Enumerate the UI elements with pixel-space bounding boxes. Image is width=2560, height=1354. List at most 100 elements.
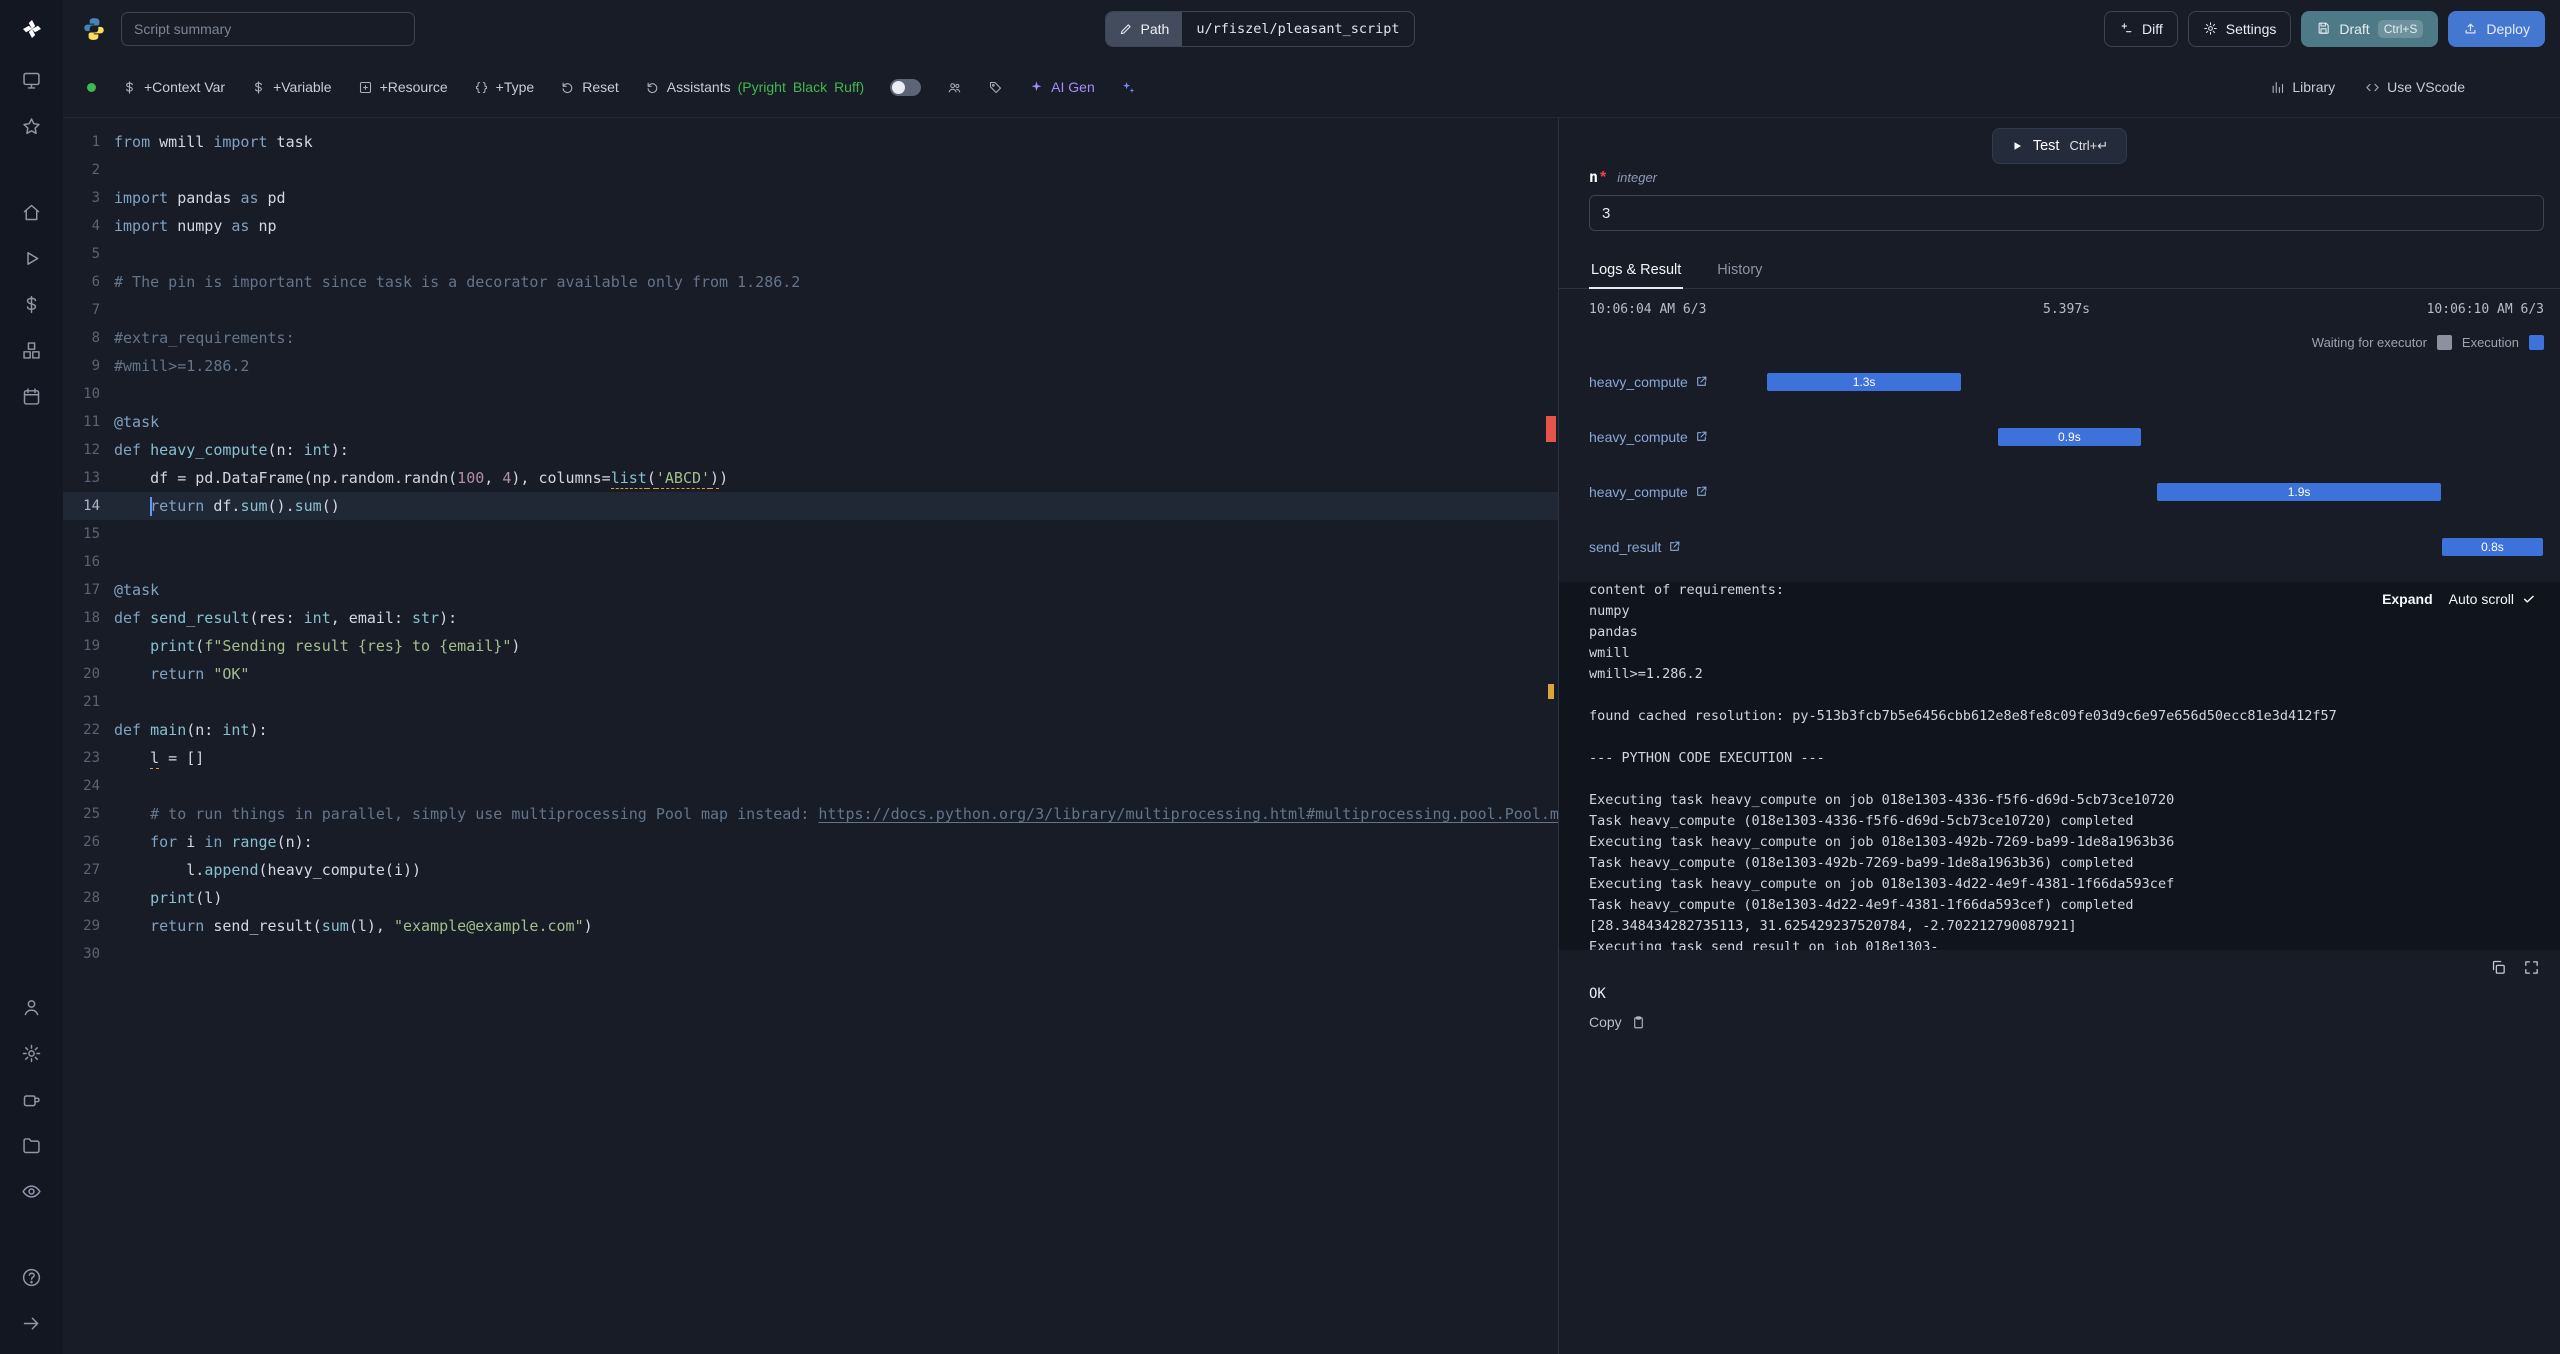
code-line[interactable]: 22 def main(n: int): [63,716,1558,744]
code-line[interactable]: 11 @task [63,408,1558,436]
execution-bar[interactable]: 1.9s [2157,482,2441,501]
code-line[interactable]: 14 return df.sum().sum() [63,492,1558,520]
code-line[interactable]: 17 @task [63,576,1558,604]
assistant-toggle[interactable] [890,78,922,96]
code-line[interactable]: 7 [63,296,1558,324]
gantt-row: send_result 0.8s [1589,519,2544,574]
code-line[interactable]: 25 # to run things in parallel, simply u… [63,800,1558,828]
code-line[interactable]: 15 [63,520,1558,548]
code-line[interactable]: 5 [63,240,1558,268]
windmill-logo-icon[interactable] [0,0,63,57]
copy-result-button[interactable]: Copy [1589,1014,1646,1030]
folders-icon[interactable] [0,1122,63,1168]
logs-output: content of requirements: numpy pandas wmill… [1589,582,2544,950]
user-icon[interactable] [0,984,63,1030]
assistant-pyright: (Pyright [737,79,786,95]
code-line[interactable]: 1 from wmill import task [63,128,1558,156]
line-number: 26 [83,834,100,850]
argument-n-input[interactable] [1589,195,2544,231]
code-line[interactable]: 19 print(f"Sending result {res} to {emai… [63,632,1558,660]
tag-button[interactable] [988,80,1003,95]
expand-logs-button[interactable]: Expand [2382,591,2433,607]
tag-icon [990,81,1002,93]
test-button[interactable]: Test Ctrl+↵ [1991,128,2128,164]
code-line[interactable]: 4 import numpy as np [63,212,1558,240]
favorites-icon[interactable] [0,103,63,149]
reset-button[interactable]: Reset [560,79,619,95]
code-line[interactable]: 24 [63,772,1558,800]
logs-viewport[interactable]: content of requirements: numpy pandas wmill… [1559,582,2560,950]
execution-bar[interactable]: 0.9s [1997,427,2141,446]
code-line[interactable]: 12 def heavy_compute(n: int): [63,436,1558,464]
script-summary-input[interactable] [121,11,415,46]
gantt-task-link[interactable]: heavy_compute [1589,484,1708,500]
workers-icon[interactable] [0,1076,63,1122]
draft-shortcut: Ctrl+S [2377,19,2424,38]
code-line[interactable]: 28 print(l) [63,884,1558,912]
add-context-var-button[interactable]: +Context Var [122,79,225,95]
deploy-label: Deploy [2486,20,2530,37]
schedules-icon[interactable] [0,373,63,419]
copy-logs-icon[interactable] [2490,959,2507,976]
collapse-sidebar-icon[interactable] [0,1300,63,1346]
code-line[interactable]: 20 return "OK" [63,660,1558,688]
code-line[interactable]: 26 for i in range(n): [63,828,1558,856]
code-line[interactable]: 23 l = [] [63,744,1558,772]
audit-eye-icon[interactable] [0,1168,63,1214]
help-icon[interactable] [0,1254,63,1300]
code-line[interactable]: 2 [63,156,1558,184]
line-number: 9 [91,358,100,374]
warning-marker[interactable] [1548,684,1554,699]
fullscreen-logs-icon[interactable] [2523,959,2540,976]
code-line[interactable]: 18 def send_result(res: int, email: str): [63,604,1558,632]
settings-icon[interactable] [0,1030,63,1076]
code-line[interactable]: 9 #wmill>=1.286.2 [63,352,1558,380]
home-icon[interactable] [0,189,63,235]
code-line[interactable]: 16 [63,548,1558,576]
gantt-task-link[interactable]: heavy_compute [1589,374,1708,390]
add-type-button[interactable]: +Type [474,79,534,95]
use-vscode-button[interactable]: Use VScode [2365,79,2465,95]
log-line: found cached resolution: py-513b3fcb7b5e… [1589,708,2337,724]
copy-label: Copy [1589,1014,1622,1030]
path-editor[interactable]: Path u/rfiszel/pleasant_script [1104,10,1415,47]
variables-icon[interactable] [0,281,63,327]
tab-logs-result[interactable]: Logs & Result [1589,253,1684,289]
add-resource-button[interactable]: +Resource [358,79,448,95]
log-line: wmill>=1.286.2 [1589,666,1703,682]
apps-icon[interactable] [0,57,63,103]
code-line[interactable]: 30 [63,940,1558,968]
error-marker[interactable] [1546,416,1556,442]
code-line[interactable]: 21 [63,688,1558,716]
assistants-status[interactable]: Assistants (Pyright Black Ruff) [645,79,864,95]
code-line[interactable]: 8 #extra_requirements: [63,324,1558,352]
draft-button[interactable]: Draft Ctrl+S [2301,10,2439,47]
gantt-task-link[interactable]: heavy_compute [1589,429,1708,445]
tab-history[interactable]: History [1715,253,1764,289]
execution-bar[interactable]: 0.8s [2441,537,2544,556]
code-line[interactable]: 10 [63,380,1558,408]
gantt-task-link[interactable]: send_result [1589,539,1681,555]
code-line[interactable]: 6 # The pin is important since task is a … [63,268,1558,296]
autoscroll-checkbox[interactable]: Auto scroll [2449,591,2536,607]
ai-gen-button[interactable]: AI Gen [1029,79,1095,95]
path-label: Path [1140,20,1170,37]
sparkles-icon[interactable] [1121,80,1136,95]
code-line[interactable]: 27 l.append(heavy_compute(i)) [63,856,1558,884]
code-line[interactable]: 29 return send_result(sum(l), "example@e… [63,912,1558,940]
script-path[interactable]: u/rfiszel/pleasant_script [1182,12,1413,46]
deploy-button[interactable]: Deploy [2448,10,2545,47]
code-line[interactable]: 3 import pandas as pd [63,184,1558,212]
collaborators-button[interactable] [947,80,962,95]
code-editor[interactable]: 1 from wmill import task 2 3 import pandas … [63,118,1559,1354]
check-icon [2523,595,2534,603]
library-button[interactable]: Library [2270,79,2335,95]
settings-button[interactable]: Settings [2187,10,2292,47]
diff-button[interactable]: Diff [2104,10,2178,47]
runs-icon[interactable] [0,235,63,281]
execution-bar[interactable]: 1.3s [1766,372,1962,391]
overview-ruler[interactable] [1544,118,1558,1354]
resources-icon[interactable] [0,327,63,373]
code-line[interactable]: 13 df = pd.DataFrame(np.random.randn(100… [63,464,1558,492]
add-variable-button[interactable]: +Variable [251,79,332,95]
